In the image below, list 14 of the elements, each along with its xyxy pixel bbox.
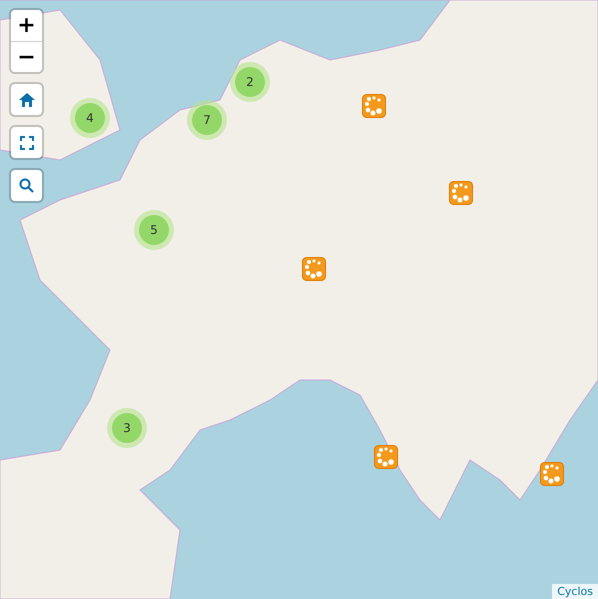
- search-icon: [19, 178, 34, 193]
- home-button[interactable]: [11, 84, 42, 115]
- attribution-link[interactable]: Cyclos: [552, 584, 598, 599]
- fullscreen-icon: [20, 136, 34, 150]
- map-marker-icon[interactable]: [362, 94, 386, 118]
- map[interactable]: + − 4 2 7 5 3 Cyclos: [0, 0, 598, 599]
- zoom-out-button[interactable]: −: [11, 41, 42, 72]
- map-marker-icon[interactable]: [374, 445, 398, 469]
- map-marker-icon[interactable]: [449, 181, 473, 205]
- map-marker-icon[interactable]: [540, 462, 564, 486]
- home-icon: [18, 92, 34, 106]
- search-button[interactable]: [11, 170, 42, 201]
- fullscreen-button[interactable]: [11, 127, 42, 158]
- map-marker-icon[interactable]: [302, 257, 326, 281]
